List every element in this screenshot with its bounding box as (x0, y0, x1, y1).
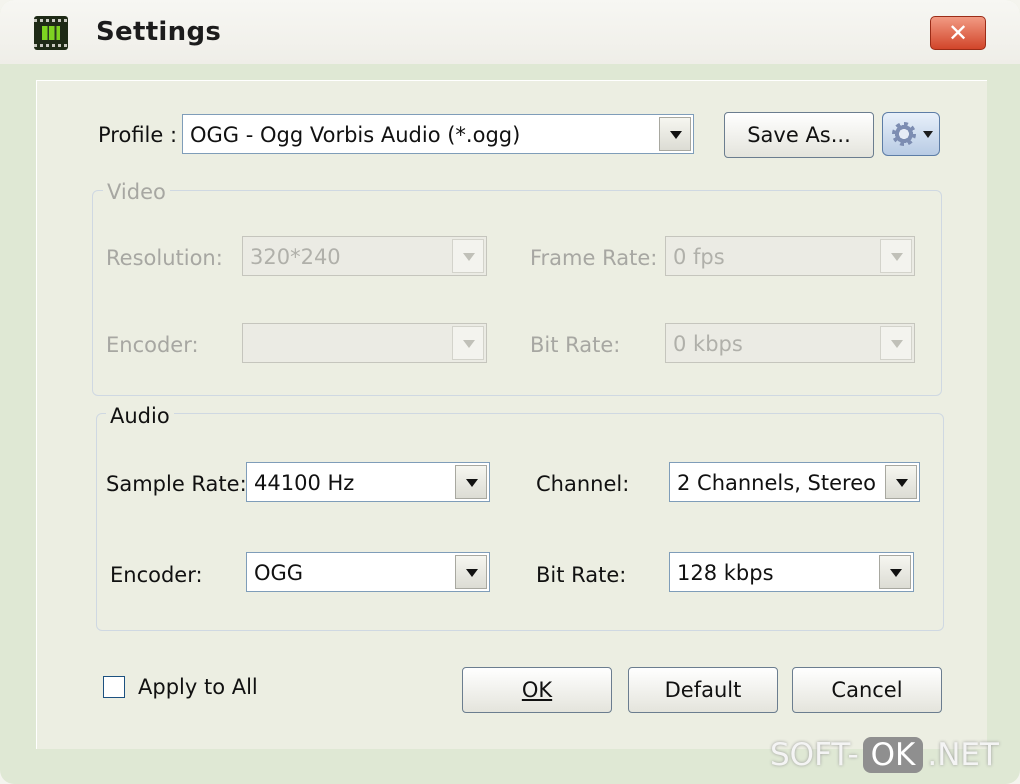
video-frame-rate-value: 0 fps (673, 245, 725, 269)
default-button[interactable]: Default (628, 667, 778, 713)
video-resolution-value: 320*240 (250, 245, 341, 269)
settings-dialog: Settings ✕ Profile : OGG - Ogg Vorbis Au… (0, 0, 1020, 784)
video-encoder-select (242, 323, 487, 363)
audio-channel-label: Channel: (536, 472, 630, 496)
video-encoder-label: Encoder: (106, 333, 199, 357)
watermark-ok: OK (862, 737, 924, 773)
profile-select[interactable]: OGG - Ogg Vorbis Audio (*.ogg) (182, 114, 694, 154)
profile-label: Profile : (98, 123, 178, 147)
window-title: Settings (96, 17, 222, 47)
profile-value: OGG - Ogg Vorbis Audio (*.ogg) (190, 123, 521, 147)
audio-channel-value: 2 Channels, Stereo (677, 471, 876, 495)
audio-bit-rate-label: Bit Rate: (536, 563, 627, 587)
watermark-right: .NET (927, 737, 999, 773)
video-frame-rate-select: 0 fps (665, 236, 915, 276)
chevron-down-icon[interactable] (885, 465, 917, 499)
apply-to-all-checkbox[interactable] (103, 676, 125, 698)
audio-sample-rate-select[interactable]: 44100 Hz (246, 462, 490, 502)
audio-legend: Audio (106, 404, 174, 428)
video-legend: Video (103, 180, 170, 204)
audio-encoder-value: OGG (254, 561, 304, 585)
apply-to-all-label[interactable]: Apply to All (138, 675, 258, 699)
watermark: SOFT- OK .NET (770, 737, 999, 781)
video-bit-rate-label: Bit Rate: (530, 333, 621, 357)
audio-channel-select[interactable]: 2 Channels, Stereo (669, 462, 920, 502)
chevron-down-icon[interactable] (659, 117, 691, 151)
video-resolution-label: Resolution: (106, 246, 223, 270)
gear-icon (892, 122, 916, 146)
video-bit-rate-value: 0 kbps (673, 332, 743, 356)
audio-sample-rate-value: 44100 Hz (254, 471, 355, 495)
audio-group (96, 413, 944, 631)
cancel-button[interactable]: Cancel (792, 667, 942, 713)
ok-button[interactable]: OK (462, 667, 612, 713)
audio-encoder-label: Encoder: (110, 563, 203, 587)
save-as-button[interactable]: Save As... (724, 112, 874, 158)
chevron-down-icon (452, 239, 484, 273)
close-button[interactable]: ✕ (930, 16, 986, 50)
chevron-down-icon[interactable] (455, 465, 487, 499)
profile-options-button[interactable] (882, 112, 940, 156)
chevron-down-icon[interactable] (879, 555, 911, 589)
video-resolution-select: 320*240 (242, 236, 487, 276)
watermark-left: SOFT- (770, 737, 859, 773)
film-app-icon (34, 16, 68, 50)
audio-bit-rate-select[interactable]: 128 kbps (669, 552, 914, 592)
video-group (92, 190, 942, 396)
audio-bit-rate-value: 128 kbps (677, 561, 774, 585)
chevron-down-icon[interactable] (455, 555, 487, 589)
chevron-down-icon (880, 239, 912, 273)
chevron-down-icon (452, 326, 484, 360)
video-bit-rate-select: 0 kbps (665, 323, 915, 363)
title-bar[interactable]: Settings ✕ (0, 0, 1020, 64)
chevron-down-icon (880, 326, 912, 360)
audio-sample-rate-label: Sample Rate: (106, 472, 247, 496)
dropdown-arrow-icon (923, 131, 933, 138)
ok-button-label: OK (521, 678, 553, 702)
default-button-label: Default (664, 678, 742, 702)
video-frame-rate-label: Frame Rate: (530, 246, 658, 270)
audio-encoder-select[interactable]: OGG (246, 552, 490, 592)
